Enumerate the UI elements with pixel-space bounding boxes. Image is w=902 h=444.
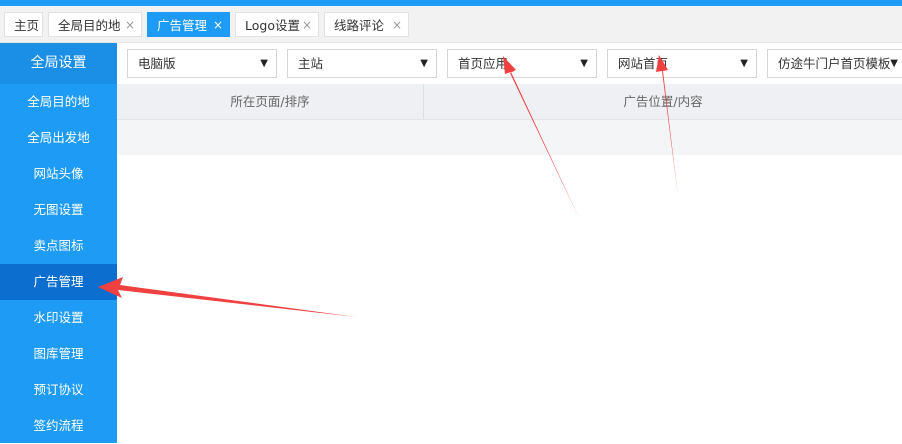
sidebar: 全局设置 全局目的地 全局出发地 网站头像 无图设置 卖点图标 广告管理 水印设…	[0, 43, 117, 443]
select-value: 网站首页	[618, 56, 669, 71]
tab-label: Logo设置	[245, 18, 300, 33]
tab-global-destination[interactable]: 全局目的地 ×	[48, 12, 142, 37]
select-value: 主站	[298, 56, 324, 71]
close-icon[interactable]: ×	[302, 13, 312, 38]
sidebar-item-site-avatar[interactable]: 网站头像	[0, 156, 117, 192]
tab-route-reviews[interactable]: 线路评论 ×	[324, 12, 409, 37]
sidebar-header: 全局设置	[0, 43, 117, 84]
platform-select[interactable]: 电脑版 ▼	[127, 49, 277, 78]
application-select[interactable]: 首页应用 ▼	[447, 49, 597, 78]
caret-down-icon: ▼	[890, 58, 898, 69]
caret-down-icon: ▼	[260, 58, 268, 69]
sidebar-item-gallery[interactable]: 图库管理	[0, 336, 117, 372]
tab-ad-management[interactable]: 广告管理 ×	[147, 12, 230, 37]
select-value: 首页应用	[458, 56, 509, 71]
tab-label: 线路评论	[334, 18, 385, 33]
column-header-page-sort: 所在页面/排序	[230, 94, 310, 109]
tab-label: 主页	[14, 18, 40, 33]
sidebar-item-ad-management[interactable]: 广告管理	[0, 264, 117, 300]
sidebar-item-selling-icons[interactable]: 卖点图标	[0, 228, 117, 264]
page-select[interactable]: 网站首页 ▼	[607, 49, 757, 78]
close-icon[interactable]: ×	[213, 13, 223, 38]
main-content: 电脑版 ▼ 主站 ▼ 首页应用 ▼ 网站首页 ▼ 仿途牛门户首页模板 ▼ 所在页…	[117, 43, 902, 443]
close-icon[interactable]: ×	[125, 13, 135, 38]
tab-home[interactable]: 主页	[4, 12, 43, 37]
site-select[interactable]: 主站 ▼	[287, 49, 437, 78]
select-value: 仿途牛门户首页模板	[778, 56, 891, 71]
template-select[interactable]: 仿途牛门户首页模板 ▼	[767, 49, 902, 78]
sidebar-item-contract-process[interactable]: 签约流程	[0, 408, 117, 444]
select-value: 电脑版	[138, 56, 176, 71]
close-icon[interactable]: ×	[392, 13, 402, 38]
sidebar-item-global-destination[interactable]: 全局目的地	[0, 84, 117, 120]
sidebar-item-booking-agreement[interactable]: 预订协议	[0, 372, 117, 408]
filter-bar: 电脑版 ▼ 主站 ▼ 首页应用 ▼ 网站首页 ▼ 仿途牛门户首页模板 ▼	[117, 43, 902, 84]
table-header: 所在页面/排序 广告位置/内容	[117, 84, 902, 120]
sidebar-item-no-image[interactable]: 无图设置	[0, 192, 117, 228]
caret-down-icon: ▼	[740, 58, 748, 69]
column-header-ad-position: 广告位置/内容	[623, 94, 703, 109]
sidebar-item-global-departure[interactable]: 全局出发地	[0, 120, 117, 156]
table-row	[117, 120, 902, 155]
tab-label: 广告管理	[157, 18, 208, 33]
tab-bar: 主页 全局目的地 × 广告管理 × Logo设置 × 线路评论 ×	[0, 6, 902, 43]
tab-logo-settings[interactable]: Logo设置 ×	[235, 12, 319, 37]
tab-label: 全局目的地	[58, 18, 121, 33]
caret-down-icon: ▼	[580, 58, 588, 69]
caret-down-icon: ▼	[420, 58, 428, 69]
sidebar-item-watermark[interactable]: 水印设置	[0, 300, 117, 336]
